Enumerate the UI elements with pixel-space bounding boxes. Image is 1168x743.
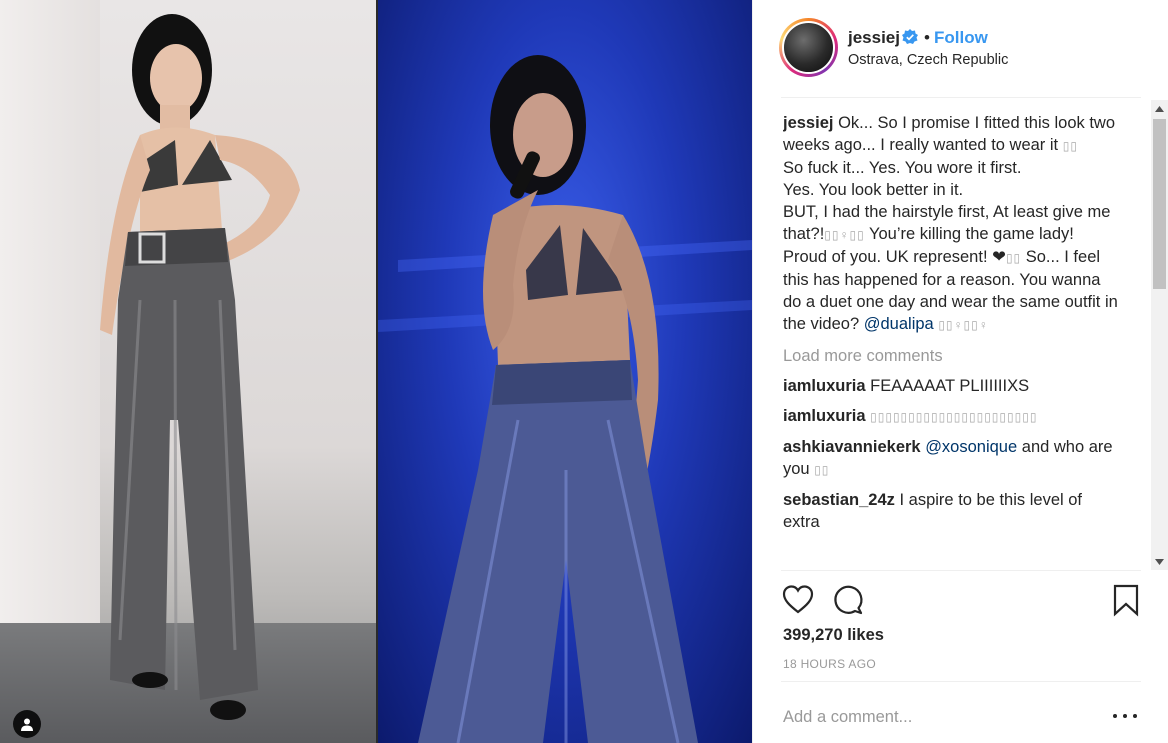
emoji-glyph: ▯▯▯▯▯▯▯▯▯▯▯▯▯▯▯▯▯▯▯▯▯▯ bbox=[870, 410, 1038, 424]
caption-username[interactable]: jessiej bbox=[783, 114, 833, 132]
story-ring[interactable] bbox=[779, 18, 838, 77]
likes-count[interactable]: 399,270 likes bbox=[783, 626, 884, 645]
post-location[interactable]: Ostrava, Czech Republic bbox=[848, 52, 1008, 68]
avatar[interactable] bbox=[782, 21, 835, 74]
bookmark-icon[interactable] bbox=[1109, 583, 1143, 617]
comment-icon[interactable] bbox=[831, 583, 865, 617]
more-dot bbox=[1133, 714, 1137, 718]
user-tag-button[interactable] bbox=[13, 710, 41, 738]
comment-item: ashkiavanniekerk @xosonique and who are … bbox=[783, 436, 1123, 481]
post-header: jessiej • Follow Ostrava, Czech Republic bbox=[753, 0, 1168, 97]
actions-divider bbox=[781, 570, 1141, 571]
more-dot bbox=[1113, 714, 1117, 718]
photo-right bbox=[378, 0, 752, 743]
comment-username[interactable]: iamluxuria bbox=[783, 377, 866, 395]
scroll-down-button[interactable] bbox=[1151, 553, 1168, 570]
user-tag-icon bbox=[21, 718, 33, 731]
comment-input-divider bbox=[781, 681, 1141, 682]
header-divider bbox=[781, 97, 1141, 98]
comment-text: FEAAAAAT PLIIIIIIXS bbox=[870, 377, 1030, 395]
post-details-panel: jessiej • Follow Ostrava, Czech Republic… bbox=[752, 0, 1168, 743]
comment-username[interactable]: sebastian_24z bbox=[783, 491, 895, 509]
caption-line: Yes. You look better in it. bbox=[783, 181, 964, 199]
post-media[interactable] bbox=[0, 0, 752, 743]
comment-mention[interactable]: @xosonique bbox=[925, 438, 1017, 456]
photo-left bbox=[0, 0, 376, 743]
caption-line: You’re killing the game lady! bbox=[869, 225, 1074, 243]
separator-dot: • bbox=[924, 28, 930, 47]
comments-list[interactable]: jessiej Ok... So I promise I fitted this… bbox=[783, 112, 1123, 570]
follow-button[interactable]: Follow bbox=[934, 28, 988, 48]
comment-item: sebastian_24z I aspire to be this level … bbox=[783, 489, 1123, 533]
emoji-glyph: ▯▯♀▯▯♀ bbox=[938, 318, 989, 332]
action-bar bbox=[781, 583, 1143, 617]
more-dot bbox=[1123, 714, 1127, 718]
more-options-icon[interactable] bbox=[1113, 706, 1137, 726]
emoji-glyph: ▯▯♀▯▯ bbox=[824, 228, 865, 242]
scroll-up-arrow-icon bbox=[1155, 105, 1164, 112]
caption-mention[interactable]: @dualipa bbox=[864, 315, 934, 333]
comment-username[interactable]: ashkiavanniekerk bbox=[783, 438, 921, 456]
person-figure-right bbox=[378, 55, 752, 743]
scroll-up-button[interactable] bbox=[1151, 100, 1168, 117]
emoji-glyph: ▯▯ bbox=[1062, 139, 1078, 153]
comment-username[interactable]: iamluxuria bbox=[783, 407, 866, 425]
person-figure-left bbox=[100, 14, 300, 720]
caption-line: So fuck it... Yes. You wore it first. bbox=[783, 159, 1022, 177]
load-more-comments-button[interactable]: Load more comments bbox=[783, 345, 1123, 367]
emoji-glyph: ▯▯ bbox=[814, 463, 830, 477]
comment-item: iamluxuria FEAAAAAT PLIIIIIIXS bbox=[783, 375, 1123, 397]
post-username[interactable]: jessiej bbox=[848, 28, 900, 48]
post-caption: jessiej Ok... So I promise I fitted this… bbox=[783, 112, 1123, 336]
add-comment-input[interactable] bbox=[783, 704, 1103, 730]
heart-icon[interactable] bbox=[781, 583, 815, 617]
post-timestamp[interactable]: 18 HOURS AGO bbox=[783, 657, 876, 671]
scroll-down-arrow-icon bbox=[1155, 558, 1164, 565]
scroll-thumb[interactable] bbox=[1153, 119, 1166, 289]
comments-scrollbar[interactable] bbox=[1151, 100, 1168, 570]
verified-badge-icon bbox=[902, 29, 918, 44]
comment-item: iamluxuria ▯▯▯▯▯▯▯▯▯▯▯▯▯▯▯▯▯▯▯▯▯▯ bbox=[783, 405, 1123, 428]
caption-line: Proud of you. UK represent! ❤ bbox=[783, 248, 1006, 266]
emoji-glyph: ▯▯ bbox=[1005, 251, 1022, 265]
